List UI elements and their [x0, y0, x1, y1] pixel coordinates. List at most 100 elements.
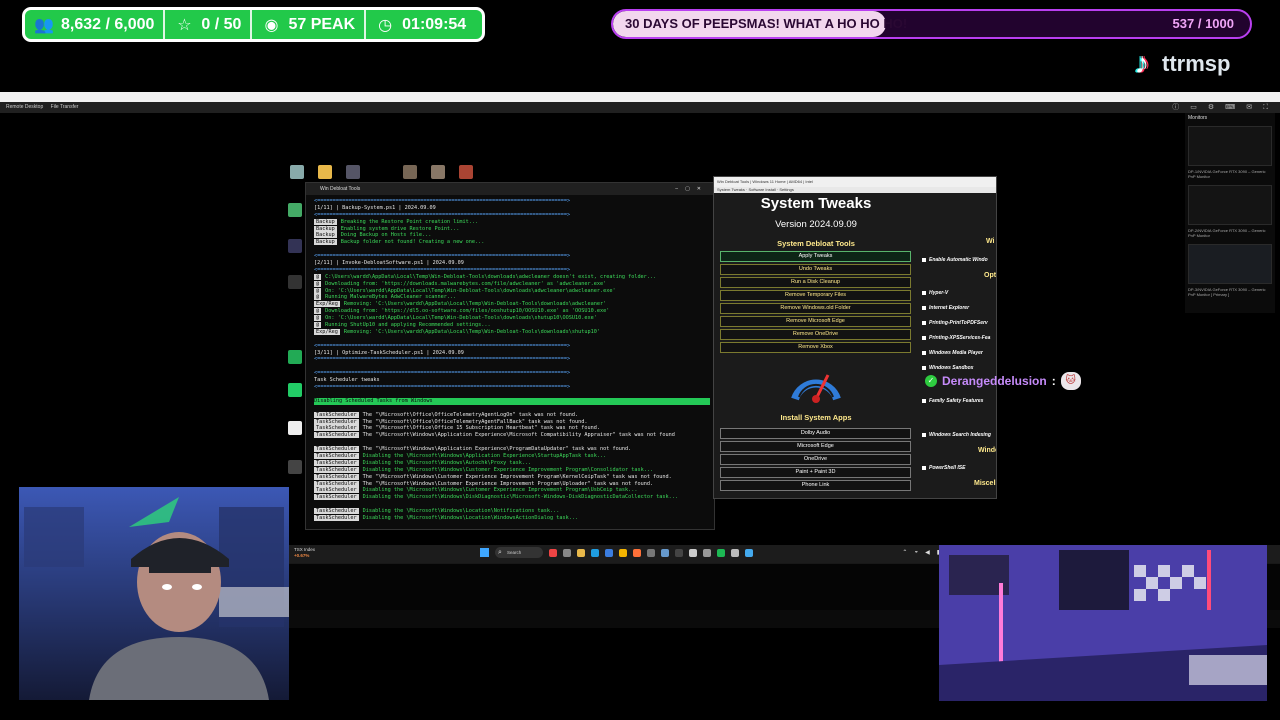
checkbox-icon[interactable]	[922, 258, 926, 262]
menu-remote-desktop[interactable]: Remote Desktop	[6, 104, 43, 110]
app-icon[interactable]	[288, 421, 302, 435]
checkbox-icon[interactable]	[922, 366, 926, 370]
store-icon[interactable]	[605, 548, 613, 557]
edge-icon[interactable]	[591, 548, 599, 557]
app-icon[interactable]	[288, 460, 302, 474]
file-explorer-icon[interactable]	[577, 548, 585, 557]
window-controls[interactable]: –▢✕	[675, 183, 708, 195]
log-text: Task Scheduler tweaks	[314, 377, 380, 384]
terminal-icon[interactable]	[675, 548, 683, 557]
option-checkbox[interactable]: Windows Sandbox	[922, 365, 973, 371]
log-tag: TaskScheduler	[314, 446, 359, 453]
chat-message: ✓ Derangeddelusion : 🐱	[925, 372, 1081, 390]
settings-icon[interactable]	[703, 548, 711, 557]
checkbox-icon[interactable]	[922, 291, 926, 295]
checkbox-icon[interactable]	[922, 336, 926, 340]
log-text: Disabling the \Microsoft\Windows\Locatio…	[362, 508, 560, 515]
game-icon[interactable]	[459, 165, 473, 179]
menu-file-transfer[interactable]: File Transfer	[51, 104, 79, 110]
install-onedrive-button[interactable]: OneDrive	[720, 454, 911, 465]
remove-xbox-button[interactable]: Remove Xbox	[720, 342, 911, 353]
terminal-tab-title[interactable]: Win Debloat Tools	[320, 186, 360, 192]
remove-onedrive-button[interactable]: Remove OneDrive	[720, 329, 911, 340]
task-view-icon[interactable]	[563, 548, 571, 557]
remove-windows-old-folder-button[interactable]: Remove Windows.old Folder	[720, 303, 911, 314]
option-checkbox[interactable]: Windows Search Indexing	[922, 432, 991, 438]
checkbox-icon[interactable]	[922, 351, 926, 355]
chrome-icon[interactable]	[619, 548, 627, 557]
checkbox-icon[interactable]	[922, 433, 926, 437]
app-icon[interactable]	[647, 548, 655, 557]
checkbox-icon[interactable]	[922, 466, 926, 470]
app-icon[interactable]	[288, 350, 302, 364]
app-icon[interactable]	[288, 275, 302, 289]
display-icon[interactable]: ▭	[1190, 102, 1197, 113]
debloat-window-titlebar[interactable]: Win Debloat Tools | Windows 11 Home | AM…	[714, 177, 996, 187]
apply-tweaks-button[interactable]: Apply Tweaks	[720, 251, 911, 262]
firefox-icon[interactable]	[633, 548, 641, 557]
install-microsoft-edge-button[interactable]: Microsoft Edge	[720, 441, 911, 452]
keyboard-icon[interactable]: ⌨	[1225, 102, 1235, 113]
taskbar-widget[interactable]: TSX Index +0.67%	[294, 547, 315, 559]
streamer-webcam	[19, 487, 289, 700]
app-icon[interactable]	[288, 239, 302, 253]
option-checkbox[interactable]: Windows Media Player	[922, 350, 983, 356]
option-checkbox[interactable]: Hyper-V	[922, 290, 948, 296]
option-label: Enable Automatic Windo	[929, 257, 988, 263]
folder-icon[interactable]	[318, 165, 332, 179]
undo-tweaks-button[interactable]: Undo Tweaks	[720, 264, 911, 275]
option-checkbox[interactable]: Printing-XPSServices-Fea	[922, 335, 990, 341]
log-tag: @	[314, 308, 322, 315]
network-icon[interactable]: ◒	[914, 549, 918, 556]
terminal-line: <=======================================…	[314, 253, 710, 260]
monitor-thumbnail-1[interactable]	[1188, 126, 1272, 166]
app-icon[interactable]	[288, 203, 302, 217]
run-a-disk-cleanup-button[interactable]: Run a Disk Cleanup	[720, 277, 911, 288]
debloat-tools-window[interactable]: Win Debloat Tools | Windows 11 Home | AM…	[713, 176, 997, 499]
log-text: The "\Microsoft\Windows\Application Expe…	[362, 432, 675, 439]
log-text: <=======================================…	[314, 356, 571, 363]
fullscreen-icon[interactable]: ⛶	[1263, 102, 1268, 113]
app-icon[interactable]	[549, 548, 557, 557]
debloat-tabs[interactable]: System Tweaks · Software Install · Setti…	[714, 187, 996, 193]
option-checkbox[interactable]: Enable Automatic Windo	[922, 257, 988, 263]
option-checkbox[interactable]: Family Safety Features	[922, 398, 983, 404]
terminal-line: Backup Backup folder not found! Creating …	[314, 239, 710, 246]
taskbar-search[interactable]: Search	[495, 547, 543, 558]
option-checkbox[interactable]: PowerShell ISE	[922, 465, 965, 471]
remove-microsoft-edge-button[interactable]: Remove Microsoft Edge	[720, 316, 911, 327]
log-tag: @	[314, 322, 322, 329]
recycle-bin-icon[interactable]	[290, 165, 304, 179]
game-icon[interactable]	[403, 165, 417, 179]
chat-icon[interactable]: ✉	[1246, 102, 1252, 113]
app-icon[interactable]	[288, 383, 302, 397]
app-icon[interactable]	[745, 548, 753, 557]
checkbox-icon[interactable]	[922, 306, 926, 310]
install-dolby-audio-button[interactable]: Dolby Audio	[720, 428, 911, 439]
monitor-thumbnail-3[interactable]	[1188, 244, 1272, 284]
checkbox-icon[interactable]	[922, 321, 926, 325]
start-icon[interactable]	[480, 548, 489, 557]
app-icon[interactable]	[346, 165, 360, 179]
install-phone-link-button[interactable]: Phone Link	[720, 480, 911, 491]
remote-window-titlebar[interactable]	[0, 92, 1280, 102]
option-checkbox[interactable]: Internet Explorer	[922, 305, 969, 311]
log-tag: @	[314, 280, 322, 287]
option-checkbox[interactable]: Printing-PrintToPDFServ	[922, 320, 988, 326]
game-icon[interactable]	[431, 165, 445, 179]
terminal-window[interactable]: Win Debloat Tools –▢✕ <=================…	[305, 182, 715, 530]
checkbox-icon[interactable]	[922, 399, 926, 403]
remove-temporary-files-button[interactable]: Remove Temporary Files	[720, 290, 911, 301]
install-paint-paint-3d-button[interactable]: Paint + Paint 3D	[720, 467, 911, 478]
settings-icon[interactable]: ⚙	[1208, 102, 1214, 113]
app-icon[interactable]	[661, 548, 669, 557]
app-icon[interactable]	[731, 548, 739, 557]
volume-icon[interactable]: ◀	[925, 549, 930, 556]
spotify-icon[interactable]	[717, 548, 725, 557]
log-tag: TaskScheduler	[314, 514, 359, 521]
chevron-up-icon[interactable]: ⌃	[902, 549, 907, 556]
monitor-thumbnail-2[interactable]	[1188, 185, 1272, 225]
app-icon[interactable]	[689, 548, 697, 557]
info-icon[interactable]: ⓘ	[1172, 102, 1179, 113]
